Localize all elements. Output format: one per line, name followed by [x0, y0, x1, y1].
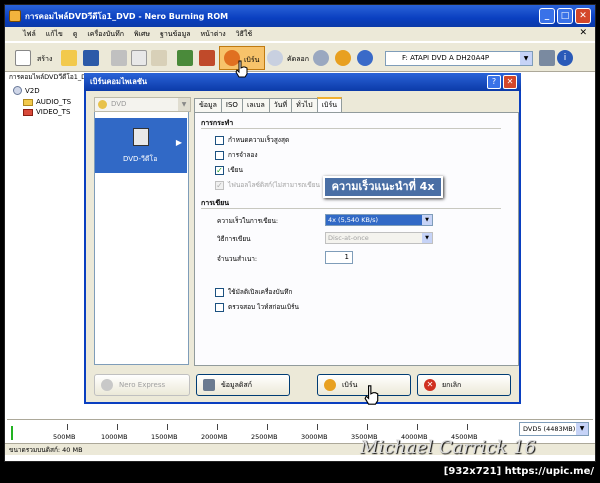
- check-icon: ✓: [215, 180, 224, 190]
- tick-label: 2000MB: [201, 433, 228, 441]
- chevron-right-icon: ▶: [175, 138, 182, 147]
- menu-recorder[interactable]: เครื่องบันทึก: [87, 29, 124, 40]
- simulation-checkbox[interactable]: การจำลอง: [215, 150, 258, 160]
- tab-burn[interactable]: เบิร์น: [316, 97, 342, 112]
- divider: [201, 128, 501, 129]
- cut-icon[interactable]: [111, 50, 127, 66]
- image-footer: [932x721] https://upic.me/: [0, 462, 600, 483]
- app-icon: [9, 10, 21, 22]
- tick-label: 1000MB: [101, 433, 128, 441]
- open-folder-icon[interactable]: [61, 50, 77, 66]
- new-label[interactable]: สร้าง: [37, 54, 52, 65]
- hand-cursor-icon: [235, 60, 248, 78]
- tab-date[interactable]: วันที่: [268, 98, 293, 112]
- tick-label: 2500MB: [251, 433, 278, 441]
- menu-bar: ไฟล์ แก้ไข ดู เครื่องบันทึก พิเศษ ฐานข้อ…: [5, 27, 595, 41]
- disc-type-select[interactable]: DVD5 (4483MB) ▼: [519, 422, 589, 436]
- burn-tab-panel: การกระทำ กำหนดความเร็วสูงสุด การจำลอง ✓ เ…: [194, 112, 519, 366]
- tick-label: 1500MB: [151, 433, 178, 441]
- nero-info-icon[interactable]: [357, 50, 373, 66]
- toolbar: สร้าง เบิร์น คัดลอก F: ATAPI DVD A DH20A…: [5, 42, 595, 72]
- menu-edit[interactable]: แก้ไข: [46, 29, 63, 40]
- file-tree: V2D AUDIO_TS VIDEO_TS: [7, 83, 87, 413]
- max-speed-checkbox[interactable]: กำหนดความเร็วสูงสุด: [215, 135, 289, 145]
- finalize-checkbox: ✓ ไฟนอลไลซ์ดิสก์(ไม่สามารถเขียน: [215, 180, 320, 190]
- maximize-button[interactable]: □: [557, 8, 573, 24]
- dialog-close-button[interactable]: ✕: [503, 75, 517, 89]
- tree-item-video-ts[interactable]: VIDEO_TS: [23, 108, 70, 116]
- tab-iso[interactable]: ISO: [220, 98, 243, 112]
- minimize-button[interactable]: _: [539, 8, 555, 24]
- tab-info[interactable]: ข้อมูล: [194, 98, 222, 112]
- hand-cursor-icon: [364, 385, 379, 405]
- copies-label: จำนวนสำเนา:: [217, 255, 258, 263]
- menu-database[interactable]: ฐานข้อมูล: [160, 29, 190, 40]
- signature-watermark: Michael Carrick 16: [360, 437, 536, 458]
- cancel-button[interactable]: ✕ ยกเลิก: [417, 374, 511, 396]
- dialog-tabs: ข้อมูล ISO เลเบล วันที่ ทั่วไป เบิร์น: [194, 97, 342, 112]
- method-label: วิธีการเขียน: [217, 235, 251, 243]
- dialog-titlebar[interactable]: เบิร์นคอมไพเลชัน: [84, 73, 521, 91]
- copies-input[interactable]: 1: [325, 251, 353, 264]
- erase-icon[interactable]: [335, 50, 351, 66]
- dvd-video-icon: [133, 128, 149, 146]
- disc-info-icon: [203, 379, 215, 391]
- copy-icon[interactable]: [131, 50, 147, 66]
- chevron-down-icon: ▼: [178, 98, 190, 111]
- folder-icon: [23, 98, 33, 106]
- save-icon[interactable]: [83, 50, 99, 66]
- help-button[interactable]: ?: [487, 75, 501, 89]
- nero-express-button: Nero Express: [94, 374, 190, 396]
- burn-dialog: เบิร์นคอมไพเลชัน ? ✕ DVD ▼ DVD-วีดีโอ ▶ …: [84, 73, 521, 404]
- disc-icon: [98, 100, 107, 109]
- burn-icon: [324, 379, 336, 391]
- menu-file[interactable]: ไฟล์: [23, 29, 36, 40]
- multi-recorder-checkbox[interactable]: ใช้มัลติเปิลเครื่องบันทึก: [215, 287, 292, 297]
- folder-icon: [23, 108, 33, 116]
- disc-info-button[interactable]: ข้อมูลดิสก์: [196, 374, 290, 396]
- menu-help[interactable]: วิธีใช้: [236, 29, 252, 40]
- media-type-select: DVD ▼: [94, 97, 191, 112]
- dialog-title: เบิร์นคอมไพเลชัน: [90, 77, 148, 86]
- chevron-down-icon: ▼: [520, 52, 532, 65]
- divider: [201, 208, 501, 209]
- verify-checkbox[interactable]: ตรวจสอบ ไวท์สก่อนเบิร์น: [215, 302, 299, 312]
- write-checkbox[interactable]: ✓ เขียน: [215, 165, 243, 175]
- speed-label: ความเร็วในการเขียน:: [217, 217, 279, 225]
- tree-item-audio-ts[interactable]: AUDIO_TS: [23, 98, 71, 106]
- list-item-dvd-video[interactable]: DVD-วีดีโอ ▶: [95, 118, 187, 173]
- tab-misc[interactable]: ทั่วไป: [291, 98, 318, 112]
- drive-icon[interactable]: [539, 50, 555, 66]
- close-button[interactable]: ✕: [575, 8, 591, 24]
- write-speed-select[interactable]: 4x (5,540 KB/s) ▼: [325, 214, 433, 226]
- chevron-down-icon: ▼: [422, 233, 432, 243]
- tool-icon[interactable]: [199, 50, 215, 66]
- compile-icon[interactable]: [177, 50, 193, 66]
- window-titlebar[interactable]: การคอมไพล์DVDวีดีโอ1_DVD - Nero Burning …: [5, 5, 595, 27]
- cancel-icon: ✕: [424, 379, 436, 391]
- menu-view[interactable]: ดู: [73, 29, 78, 40]
- tab-label[interactable]: เลเบล: [241, 98, 270, 112]
- tick-label: 500MB: [53, 433, 76, 441]
- nero-express-icon: [101, 379, 113, 391]
- speed-callout: ความเร็วแนะนำที่ 4x: [323, 176, 443, 198]
- tree-root[interactable]: V2D: [13, 86, 40, 95]
- window-title: การคอมไพล์DVDวีดีโอ1_DVD - Nero Burning …: [25, 11, 229, 21]
- menu-close-icon[interactable]: ✕: [579, 28, 587, 38]
- copy-disc-label[interactable]: คัดลอก: [287, 54, 309, 65]
- drive-select[interactable]: F: ATAPI DVD A DH20A4P ▼: [385, 51, 533, 66]
- disc-info-icon[interactable]: [313, 50, 329, 66]
- menu-extras[interactable]: พิเศษ: [134, 29, 150, 40]
- write-method-select: Disc-at-once ▼: [325, 232, 433, 244]
- info-icon[interactable]: i: [557, 50, 573, 66]
- chevron-down-icon: ▼: [576, 423, 588, 435]
- new-doc-icon[interactable]: [15, 50, 31, 66]
- menu-window[interactable]: หน้าต่าง: [201, 29, 226, 40]
- paste-icon[interactable]: [151, 50, 167, 66]
- check-icon: ✓: [215, 165, 224, 175]
- copy-disc-icon[interactable]: [267, 50, 283, 66]
- tick-label: 3000MB: [301, 433, 328, 441]
- disc-icon: [13, 86, 22, 95]
- chevron-down-icon: ▼: [422, 215, 432, 225]
